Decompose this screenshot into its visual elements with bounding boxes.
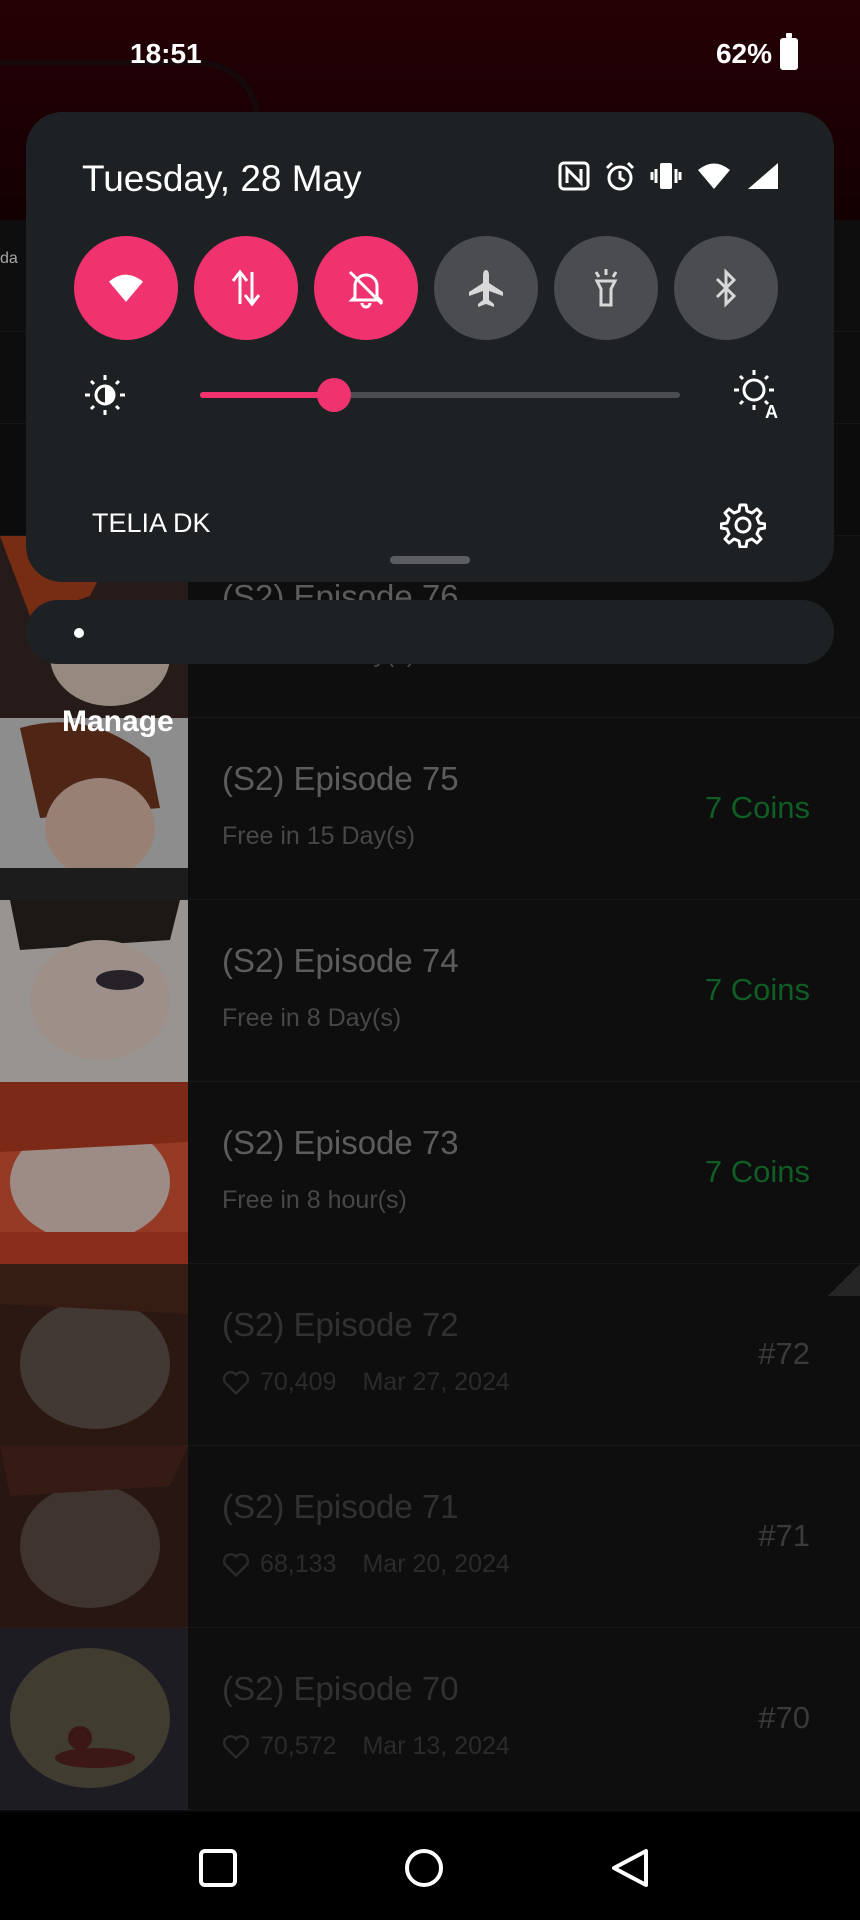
vibrate-icon — [650, 163, 682, 189]
wifi-icon — [698, 163, 730, 189]
notification-shelf[interactable] — [26, 600, 834, 664]
bell-off-icon — [348, 270, 384, 309]
signal-icon — [748, 163, 778, 189]
notification-dot — [74, 628, 84, 638]
qs-date[interactable]: Tuesday, 28 May — [82, 158, 362, 200]
brightness-low-icon — [85, 375, 125, 415]
svg-text:A: A — [765, 402, 778, 420]
navigation-bar — [0, 1812, 860, 1920]
nfc-icon — [558, 161, 590, 191]
circle-icon — [405, 1849, 443, 1887]
auto-brightness-icon[interactable]: A — [732, 368, 782, 420]
airplane-mode-tile[interactable] — [434, 236, 538, 340]
bluetooth-tile[interactable] — [674, 236, 778, 340]
mobile-data-tile[interactable] — [194, 236, 298, 340]
back-button[interactable] — [604, 1842, 656, 1894]
flashlight-tile[interactable] — [554, 236, 658, 340]
do-not-disturb-tile[interactable] — [314, 236, 418, 340]
flashlight-icon — [594, 269, 618, 307]
battery-status: 62% — [715, 33, 798, 70]
brightness-slider-handle[interactable] — [317, 378, 352, 412]
manage-notifications-button[interactable]: Manage — [62, 705, 174, 739]
recents-button[interactable] — [192, 1842, 244, 1894]
alarm-icon — [605, 161, 635, 191]
wifi-icon — [108, 274, 144, 302]
brightness-row: A — [82, 364, 782, 424]
triangle-back-icon — [612, 1849, 648, 1887]
data-arrows-icon — [231, 269, 261, 307]
settings-gear-icon[interactable] — [720, 502, 766, 548]
carrier-name: TELIA DK — [92, 508, 211, 538]
quick-settings-panel: Tuesday, 28 May A TELIA DK — [26, 112, 834, 582]
qs-drag-handle[interactable] — [390, 556, 470, 564]
brightness-slider[interactable] — [200, 378, 680, 412]
status-time: 18:51 — [130, 38, 202, 69]
battery-percent: 62% — [715, 38, 772, 69]
home-button[interactable] — [398, 1842, 450, 1894]
square-icon — [199, 1849, 237, 1887]
bluetooth-icon — [715, 268, 737, 308]
battery-icon — [780, 33, 798, 70]
brightness-slider-fill — [200, 392, 335, 398]
wifi-tile[interactable] — [74, 236, 178, 340]
qs-tiles-row — [74, 236, 778, 340]
airplane-icon — [469, 270, 503, 307]
qs-status-icons — [558, 160, 780, 192]
